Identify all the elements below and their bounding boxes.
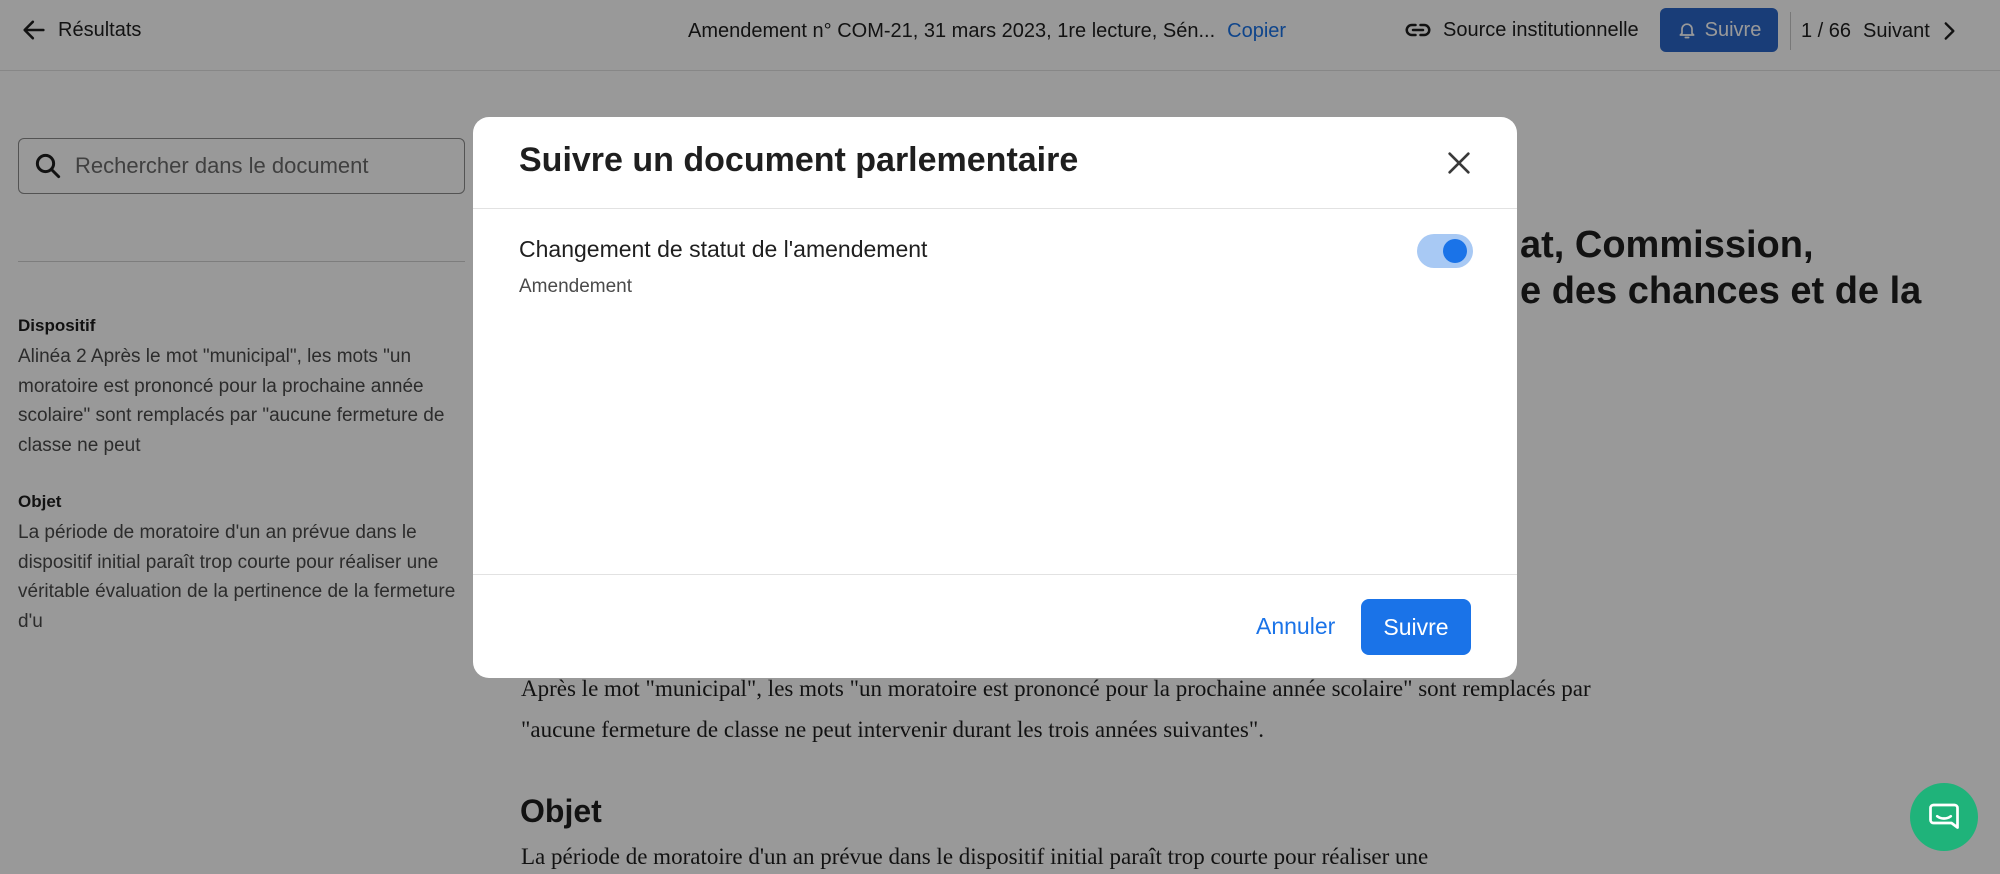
chat-icon [1929, 803, 1959, 829]
cancel-button[interactable]: Annuler [1256, 606, 1335, 646]
dialog-header: Suivre un document parlementaire [473, 117, 1517, 209]
follow-document-dialog: Suivre un document parlementaire Changem… [473, 117, 1517, 678]
option-status-change-subtitle: Amendement [519, 276, 633, 297]
support-chat-button[interactable] [1910, 783, 1978, 851]
dialog-footer: Annuler Suivre [473, 574, 1517, 678]
option-status-change-label: Changement de statut de l'amendement [519, 236, 928, 262]
close-icon [1448, 152, 1470, 174]
dialog-title: Suivre un document parlementaire [519, 141, 1079, 179]
toggle-knob [1443, 239, 1467, 263]
confirm-follow-button[interactable]: Suivre [1361, 599, 1471, 655]
close-dialog-button[interactable] [1443, 147, 1475, 179]
status-change-toggle[interactable] [1417, 234, 1473, 268]
